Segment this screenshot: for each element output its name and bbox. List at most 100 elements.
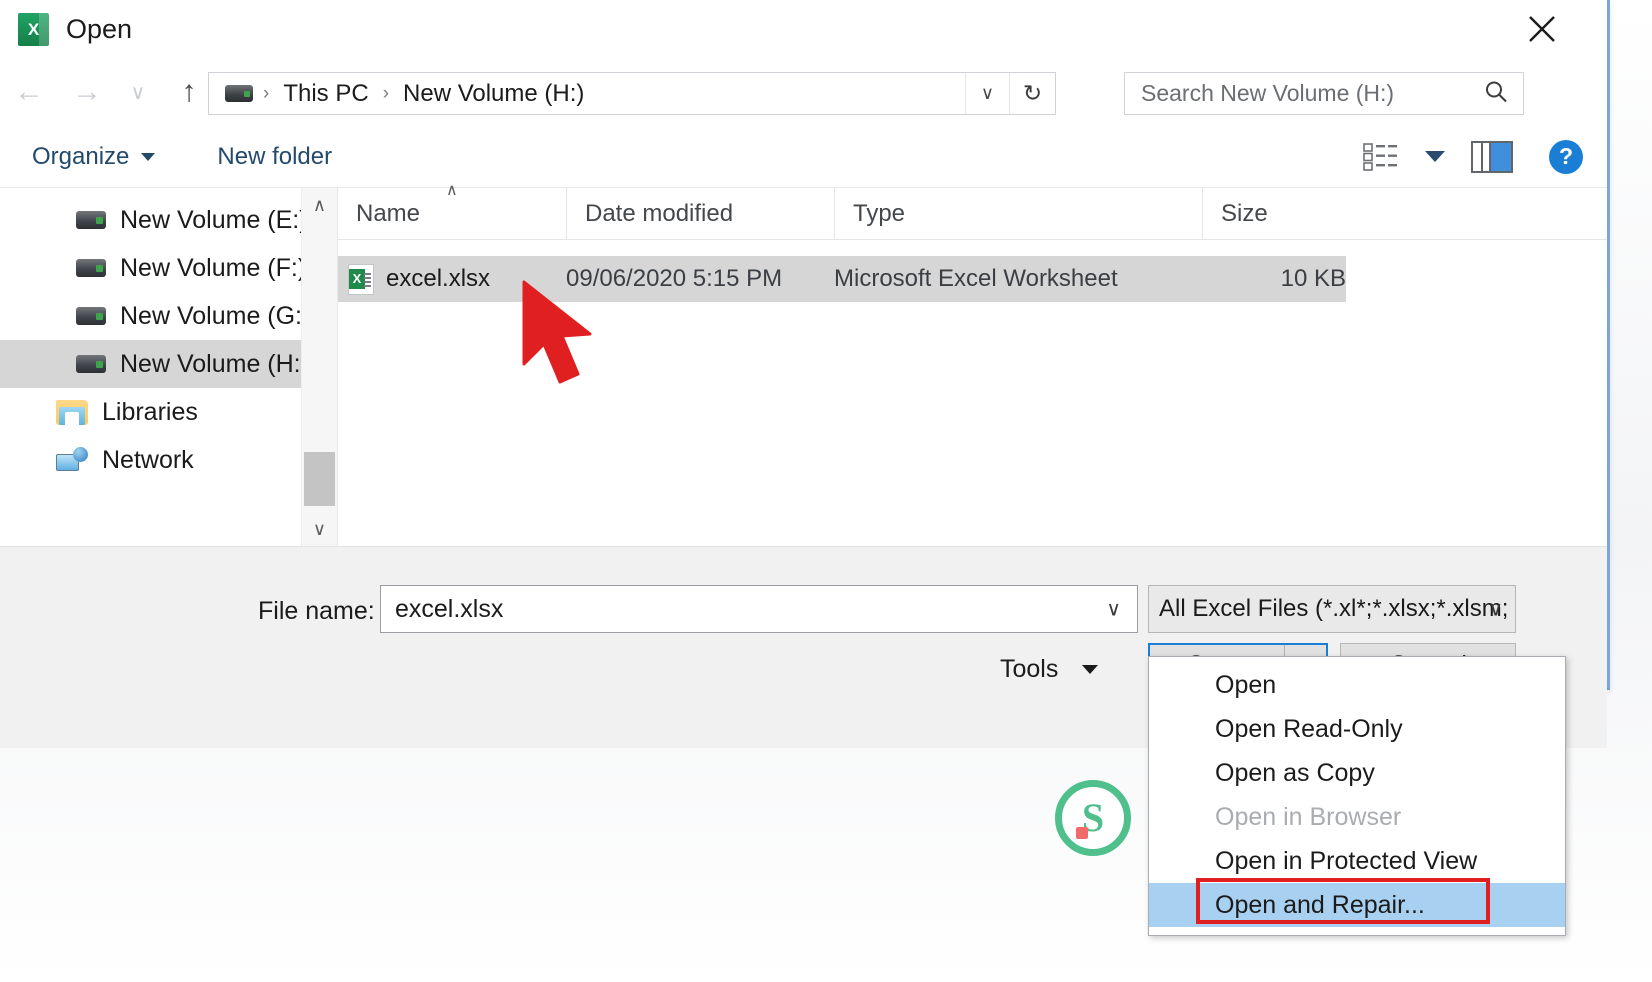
address-bar[interactable]: › This PC › New Volume (H:) ∨ ↻	[208, 72, 1056, 115]
dialog-title: Open	[66, 14, 132, 45]
screenshot-root: X Open ← → ∨ ↑ › This PC › New Volume (H…	[0, 0, 1652, 982]
navigation-pane-scrollbar[interactable]: ∧ ∨	[301, 188, 337, 546]
open-dropdown-menu: Open Open Read-Only Open as Copy Open in…	[1148, 656, 1566, 936]
menu-item-label: Open in Protected View	[1215, 847, 1477, 876]
column-header-name[interactable]: Name ∧	[338, 188, 566, 240]
sidebar-item-network[interactable]: Network	[0, 436, 337, 484]
open-file-dialog: X Open ← → ∨ ↑ › This PC › New Volume (H…	[0, 0, 1610, 690]
folder-icon	[56, 400, 88, 425]
dialog-titlebar: X Open	[0, 0, 1607, 58]
refresh-button[interactable]: ↻	[1009, 73, 1055, 114]
breadcrumb-item-this-pc[interactable]: This PC	[279, 80, 372, 108]
command-bar: Organize New folder	[0, 126, 1607, 188]
tools-button[interactable]: Tools	[1000, 655, 1098, 684]
column-label: Type	[853, 200, 905, 228]
column-label: Size	[1221, 200, 1268, 228]
file-name-label: excel.xlsx	[386, 265, 490, 293]
search-input[interactable]: Search New Volume (H:)	[1141, 80, 1394, 107]
file-list-header: Name ∧ Date modified Type Size	[338, 188, 1607, 240]
sidebar-item-new-volume-h[interactable]: New Volume (H:)	[0, 340, 337, 388]
organize-label: Organize	[32, 143, 129, 171]
column-header-type[interactable]: Type	[834, 188, 1202, 240]
file-type-value: All Excel Files (*.xl*;*.xlsx;*.xlsm;	[1159, 595, 1508, 623]
scroll-down-icon[interactable]: ∨	[302, 512, 337, 546]
new-folder-button[interactable]: New folder	[217, 143, 332, 171]
menu-item-open-and-repair[interactable]: Open and Repair...	[1149, 883, 1565, 927]
menu-item-label: Open Read-Only	[1215, 715, 1403, 744]
column-label: Name	[356, 200, 420, 228]
network-icon	[56, 447, 88, 473]
sintec-logo-icon: S	[1055, 780, 1131, 856]
file-type-select[interactable]: All Excel Files (*.xl*;*.xlsx;*.xlsm; ∨	[1148, 585, 1516, 633]
chevron-down-icon[interactable]	[1425, 151, 1445, 162]
menu-item-label: Open as Copy	[1215, 759, 1375, 788]
breadcrumb-separator-2: ›	[373, 83, 399, 105]
search-icon	[1483, 78, 1509, 109]
excel-icon: X	[18, 13, 49, 46]
recent-locations-button[interactable]: ∨	[116, 63, 160, 121]
excel-file-icon	[348, 264, 374, 295]
menu-item-label: Open	[1215, 671, 1276, 700]
chevron-down-icon[interactable]: ∨	[1488, 597, 1503, 622]
menu-item-open-as-copy[interactable]: Open as Copy	[1149, 751, 1565, 795]
sidebar-item-label: New Volume (G:)	[120, 302, 310, 331]
column-header-date-modified[interactable]: Date modified	[566, 188, 834, 240]
sidebar-item-label: Libraries	[102, 398, 198, 427]
sidebar-item-new-volume-f[interactable]: New Volume (F:)	[0, 244, 337, 292]
navigation-bar: ← → ∨ ↑ › This PC › New Volume (H:) ∨ ↻ …	[0, 58, 1607, 126]
close-button[interactable]	[1507, 0, 1577, 58]
list-view-icon[interactable]	[1363, 142, 1399, 172]
new-folder-label: New folder	[217, 143, 332, 171]
sidebar-item-label: New Volume (F:)	[120, 254, 306, 283]
help-button[interactable]: ?	[1549, 140, 1583, 174]
drive-icon	[76, 211, 106, 229]
file-date-cell: 09/06/2020 5:15 PM	[566, 265, 834, 293]
sidebar-item-label: Network	[102, 446, 194, 475]
file-name-cell[interactable]: excel.xlsx	[338, 264, 566, 295]
sidebar-item-new-volume-e[interactable]: New Volume (E:)	[0, 196, 337, 244]
drive-icon	[76, 307, 106, 325]
drive-icon	[225, 85, 253, 102]
file-size-cell: 10 KB	[1202, 265, 1346, 293]
sidebar-item-label: New Volume (E:)	[120, 206, 308, 235]
back-button[interactable]: ←	[0, 63, 58, 121]
organize-button[interactable]: Organize	[32, 143, 155, 171]
sidebar-item-label: New Volume (H:)	[120, 350, 309, 379]
scroll-up-icon[interactable]: ∧	[302, 188, 337, 222]
forward-button[interactable]: →	[58, 63, 116, 121]
search-box[interactable]: Search New Volume (H:)	[1124, 72, 1524, 115]
file-name-input[interactable]: excel.xlsx ∨	[380, 585, 1138, 633]
tools-label: Tools	[1000, 655, 1058, 684]
chevron-down-icon[interactable]: ∨	[1106, 597, 1121, 622]
address-dropdown-button[interactable]: ∨	[965, 73, 1009, 114]
chevron-down-icon	[141, 153, 155, 161]
menu-item-open-in-protected-view[interactable]: Open in Protected View	[1149, 839, 1565, 883]
file-name-field-label: File name:	[258, 597, 375, 626]
logo-letter: S	[1082, 798, 1104, 838]
column-label: Date modified	[585, 200, 733, 228]
file-name-value: excel.xlsx	[395, 595, 503, 624]
scrollbar-thumb[interactable]	[304, 452, 335, 506]
column-header-size[interactable]: Size	[1202, 188, 1402, 240]
table-row[interactable]: excel.xlsx 09/06/2020 5:15 PM Microsoft …	[338, 256, 1346, 302]
drive-icon	[76, 355, 106, 373]
menu-item-label: Open in Browser	[1215, 803, 1401, 832]
preview-pane-icon[interactable]	[1471, 141, 1513, 173]
drive-icon	[76, 259, 106, 277]
close-icon	[1525, 12, 1559, 46]
sort-ascending-icon: ∧	[446, 180, 458, 200]
chevron-down-icon	[1082, 665, 1098, 674]
file-type-cell: Microsoft Excel Worksheet	[834, 265, 1202, 293]
menu-item-open-read-only[interactable]: Open Read-Only	[1149, 707, 1565, 751]
menu-item-open[interactable]: Open	[1149, 663, 1565, 707]
breadcrumb-item-new-volume-h[interactable]: New Volume (H:)	[399, 80, 588, 108]
breadcrumb-separator-1: ›	[253, 83, 279, 105]
sidebar-item-libraries[interactable]: Libraries	[0, 388, 337, 436]
menu-item-label: Open and Repair...	[1215, 891, 1425, 920]
file-list: Name ∧ Date modified Type Size	[338, 188, 1607, 546]
navigation-pane: New Volume (E:) New Volume (F:) New Volu…	[0, 188, 338, 546]
sidebar-item-new-volume-g[interactable]: New Volume (G:)	[0, 292, 337, 340]
menu-item-open-in-browser: Open in Browser	[1149, 795, 1565, 839]
dialog-body: New Volume (E:) New Volume (F:) New Volu…	[0, 188, 1607, 546]
command-bar-right: ?	[1363, 126, 1583, 187]
